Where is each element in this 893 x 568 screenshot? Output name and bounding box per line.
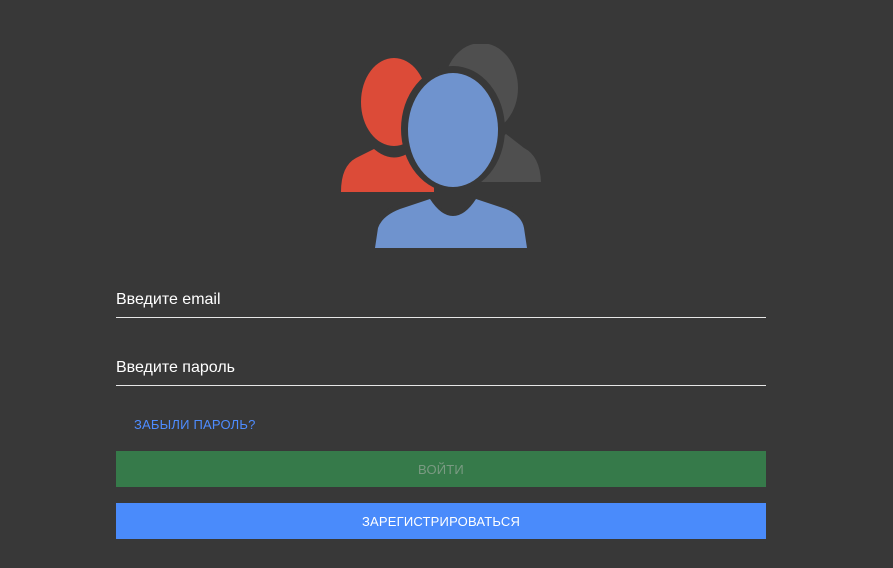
email-field [116,282,766,318]
login-page: ЗАБЫЛИ ПАРОЛЬ? ВОЙТИ ЗАРЕГИСТРИРОВАТЬСЯ [0,0,893,568]
password-field [116,350,766,386]
password-input[interactable] [116,350,766,385]
email-input[interactable] [116,282,766,317]
users-group-icon [341,44,541,250]
register-button[interactable]: ЗАРЕГИСТРИРОВАТЬСЯ [116,503,766,539]
login-button[interactable]: ВОЙТИ [116,451,766,487]
forgot-password-link[interactable]: ЗАБЫЛИ ПАРОЛЬ? [134,417,256,432]
